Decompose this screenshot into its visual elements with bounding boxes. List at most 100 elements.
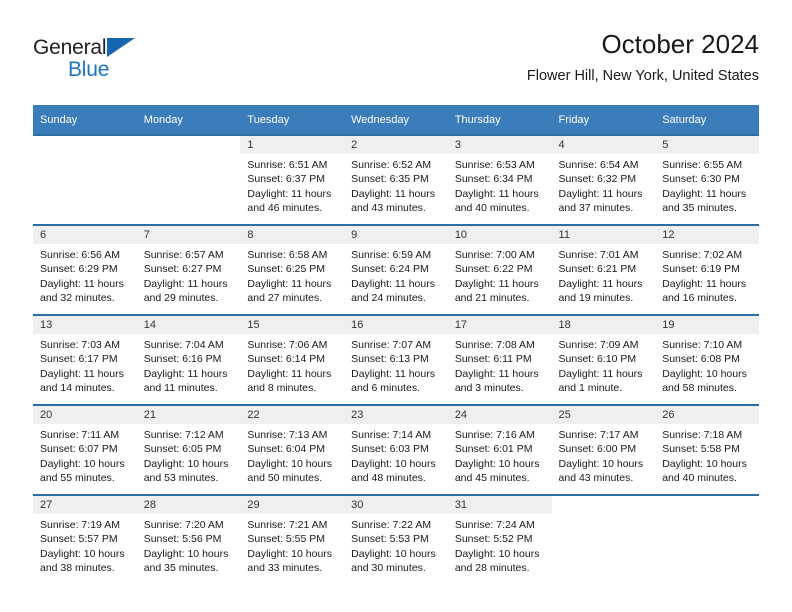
- day-detail-block: Sunrise: 7:08 AM Sunset: 6:11 PM Daylight:…: [448, 334, 552, 395]
- daylight-duration-line2: and 58 minutes.: [662, 381, 737, 394]
- calendar-day-cell[interactable]: 16 Sunrise: 7:07 AM Sunset: 6:13 PM Dayligh…: [344, 314, 448, 405]
- day-number: 2: [344, 136, 448, 154]
- daylight-duration-line1: Daylight: 11 hours: [40, 367, 124, 380]
- daylight-duration-line1: Daylight: 10 hours: [143, 457, 229, 470]
- sunrise-time: Sunrise: 7:22 AM: [351, 519, 432, 531]
- day-number: 31: [447, 496, 552, 514]
- sunset-time: Sunset: 6:25 PM: [247, 263, 326, 276]
- sunrise-time: Sunrise: 6:56 AM: [40, 249, 120, 261]
- calendar-day-cell[interactable]: 7 Sunrise: 6:57 AM Sunset: 6:27 PM Daylight…: [136, 224, 241, 315]
- sunrise-time: Sunrise: 6:58 AM: [247, 249, 328, 261]
- sunset-time: Sunset: 6:35 PM: [351, 173, 429, 186]
- day-number: 22: [240, 406, 345, 424]
- calendar-day-cell[interactable]: 26 Sunrise: 7:18 AM Sunset: 5:58 PM Dayligh…: [655, 404, 759, 495]
- sunrise-time: Sunrise: 7:19 AM: [40, 519, 120, 531]
- calendar-day-cell[interactable]: 25 Sunrise: 7:17 AM Sunset: 6:00 PM Dayligh…: [551, 404, 656, 495]
- daylight-duration-line2: and 3 minutes.: [454, 381, 524, 394]
- calendar-day-cell[interactable]: 8 Sunrise: 6:58 AM Sunset: 6:25 PM Daylight…: [240, 224, 345, 315]
- logo-triangle-icon: [107, 38, 135, 57]
- calendar-day-cell[interactable]: 20 Sunrise: 7:11 AM Sunset: 6:07 PM Dayligh…: [33, 404, 137, 495]
- calendar-day-cell[interactable]: 10 Sunrise: 7:00 AM Sunset: 6:22 PM Dayligh…: [447, 224, 552, 315]
- day-number: 14: [136, 316, 241, 334]
- daylight-duration-line1: Daylight: 10 hours: [662, 457, 747, 470]
- calendar-day-cell[interactable]: 17 Sunrise: 7:08 AM Sunset: 6:11 PM Dayligh…: [447, 314, 552, 405]
- day-detail-block: Sunrise: 7:01 AM Sunset: 6:21 PM Daylight:…: [552, 244, 656, 305]
- daylight-duration-line1: Daylight: 11 hours: [351, 277, 435, 290]
- sunset-time: Sunset: 6:05 PM: [143, 443, 222, 456]
- calendar-day-cell[interactable]: 29 Sunrise: 7:21 AM Sunset: 5:55 PM Dayligh…: [240, 494, 345, 585]
- daylight-duration-line1: Daylight: 11 hours: [454, 367, 539, 380]
- day-detail-block: [137, 154, 241, 158]
- daylight-duration-line1: Daylight: 11 hours: [40, 277, 124, 290]
- day-detail-block: Sunrise: 7:12 AM Sunset: 6:05 PM Daylight:…: [137, 424, 241, 485]
- weekday-header-wednesday: Wednesday: [344, 105, 448, 135]
- daylight-duration-line1: Daylight: 11 hours: [247, 367, 332, 380]
- daylight-duration-line1: Daylight: 10 hours: [351, 547, 436, 560]
- calendar-day-cell[interactable]: 30 Sunrise: 7:22 AM Sunset: 5:53 PM Dayligh…: [344, 494, 448, 585]
- sunrise-time: Sunrise: 7:24 AM: [454, 519, 535, 531]
- calendar-day-cell[interactable]: 11 Sunrise: 7:01 AM Sunset: 6:21 PM Dayligh…: [551, 224, 656, 315]
- sunrise-time: Sunrise: 6:57 AM: [143, 249, 224, 261]
- calendar-day-cell[interactable]: 13 Sunrise: 7:03 AM Sunset: 6:17 PM Dayligh…: [33, 314, 137, 405]
- page-subtitle-location: Flower Hill, New York, United States: [526, 68, 759, 84]
- daylight-duration-line2: and 43 minutes.: [558, 471, 634, 484]
- calendar-day-cell[interactable]: 5 Sunrise: 6:55 AM Sunset: 6:30 PM Daylight…: [655, 134, 759, 225]
- calendar-day-cell[interactable]: 28 Sunrise: 7:20 AM Sunset: 5:56 PM Dayligh…: [136, 494, 241, 585]
- calendar-week-row: 27 Sunrise: 7:19 AM Sunset: 5:57 PM Dayligh…: [33, 494, 759, 585]
- calendar-day-cell-empty: [655, 494, 759, 585]
- sunset-time: Sunset: 6:24 PM: [351, 263, 429, 276]
- sunrise-time: Sunrise: 6:53 AM: [454, 159, 535, 171]
- daylight-duration-line2: and 40 minutes.: [662, 471, 737, 484]
- calendar-day-cell[interactable]: 2 Sunrise: 6:52 AM Sunset: 6:35 PM Daylight…: [344, 134, 448, 225]
- sunrise-time: Sunrise: 7:13 AM: [247, 429, 328, 441]
- day-number: [551, 496, 656, 514]
- day-number: 3: [447, 136, 552, 154]
- calendar-day-cell[interactable]: 21 Sunrise: 7:12 AM Sunset: 6:05 PM Dayligh…: [136, 404, 241, 495]
- day-detail-block: [33, 154, 137, 158]
- sunset-time: Sunset: 5:55 PM: [247, 533, 326, 546]
- day-number: 8: [240, 226, 345, 244]
- sunrise-time: Sunrise: 7:14 AM: [351, 429, 432, 441]
- daylight-duration-line2: and 43 minutes.: [351, 201, 426, 214]
- daylight-duration-line1: Daylight: 11 hours: [351, 187, 435, 200]
- day-number: 24: [447, 406, 552, 424]
- calendar-day-cell[interactable]: 27 Sunrise: 7:19 AM Sunset: 5:57 PM Dayligh…: [33, 494, 137, 585]
- calendar-day-cell[interactable]: 6 Sunrise: 6:56 AM Sunset: 6:29 PM Daylight…: [33, 224, 137, 315]
- sunset-time: Sunset: 6:07 PM: [40, 443, 118, 456]
- sunset-time: Sunset: 6:10 PM: [558, 353, 637, 366]
- calendar-day-cell[interactable]: 23 Sunrise: 7:14 AM Sunset: 6:03 PM Dayligh…: [344, 404, 448, 495]
- weekday-header-sunday: Sunday: [33, 105, 137, 135]
- calendar-week-row: 1 Sunrise: 6:51 AM Sunset: 6:37 PM Daylight…: [33, 134, 759, 225]
- calendar-day-cell[interactable]: 15 Sunrise: 7:06 AM Sunset: 6:14 PM Dayligh…: [240, 314, 345, 405]
- logo-text-general: General: [33, 36, 107, 59]
- calendar-day-cell[interactable]: 9 Sunrise: 6:59 AM Sunset: 6:24 PM Daylight…: [344, 224, 448, 315]
- general-blue-logo[interactable]: General Blue: [33, 36, 163, 88]
- calendar-day-cell[interactable]: 24 Sunrise: 7:16 AM Sunset: 6:01 PM Dayligh…: [447, 404, 552, 495]
- day-detail-block: Sunrise: 7:20 AM Sunset: 5:56 PM Daylight:…: [137, 514, 241, 575]
- day-detail-block: Sunrise: 7:09 AM Sunset: 6:10 PM Daylight:…: [552, 334, 656, 395]
- day-number: [655, 496, 759, 514]
- calendar-day-cell[interactable]: 18 Sunrise: 7:09 AM Sunset: 6:10 PM Dayligh…: [551, 314, 656, 405]
- day-detail-block: Sunrise: 7:17 AM Sunset: 6:00 PM Daylight:…: [552, 424, 656, 485]
- calendar-day-cell[interactable]: 22 Sunrise: 7:13 AM Sunset: 6:04 PM Dayligh…: [240, 404, 345, 495]
- calendar-day-cell[interactable]: 19 Sunrise: 7:10 AM Sunset: 6:08 PM Dayligh…: [655, 314, 759, 405]
- calendar-day-cell[interactable]: 14 Sunrise: 7:04 AM Sunset: 6:16 PM Dayligh…: [136, 314, 241, 405]
- sunset-time: Sunset: 6:27 PM: [143, 263, 222, 276]
- sunrise-time: Sunrise: 6:51 AM: [247, 159, 328, 171]
- sunrise-time: Sunrise: 7:16 AM: [454, 429, 535, 441]
- day-detail-block: Sunrise: 7:24 AM Sunset: 5:52 PM Daylight:…: [448, 514, 552, 575]
- calendar-day-cell[interactable]: 4 Sunrise: 6:54 AM Sunset: 6:32 PM Daylight…: [551, 134, 656, 225]
- calendar-day-cell[interactable]: 12 Sunrise: 7:02 AM Sunset: 6:19 PM Dayligh…: [655, 224, 759, 315]
- calendar-day-cell[interactable]: 31 Sunrise: 7:24 AM Sunset: 5:52 PM Dayligh…: [447, 494, 552, 585]
- calendar-week-row: 13 Sunrise: 7:03 AM Sunset: 6:17 PM Dayligh…: [33, 314, 759, 405]
- calendar-day-cell[interactable]: 1 Sunrise: 6:51 AM Sunset: 6:37 PM Daylight…: [240, 134, 345, 225]
- sunset-time: Sunset: 6:01 PM: [454, 443, 533, 456]
- day-detail-block: Sunrise: 6:56 AM Sunset: 6:29 PM Daylight:…: [33, 244, 137, 305]
- daylight-duration-line2: and 28 minutes.: [454, 561, 530, 574]
- sunrise-time: Sunrise: 7:09 AM: [558, 339, 639, 351]
- day-number: 25: [551, 406, 656, 424]
- day-detail-block: Sunrise: 7:21 AM Sunset: 5:55 PM Daylight:…: [240, 514, 344, 575]
- sunset-time: Sunset: 6:03 PM: [351, 443, 429, 456]
- calendar-day-cell[interactable]: 3 Sunrise: 6:53 AM Sunset: 6:34 PM Daylight…: [447, 134, 552, 225]
- daylight-duration-line1: Daylight: 11 hours: [662, 277, 747, 290]
